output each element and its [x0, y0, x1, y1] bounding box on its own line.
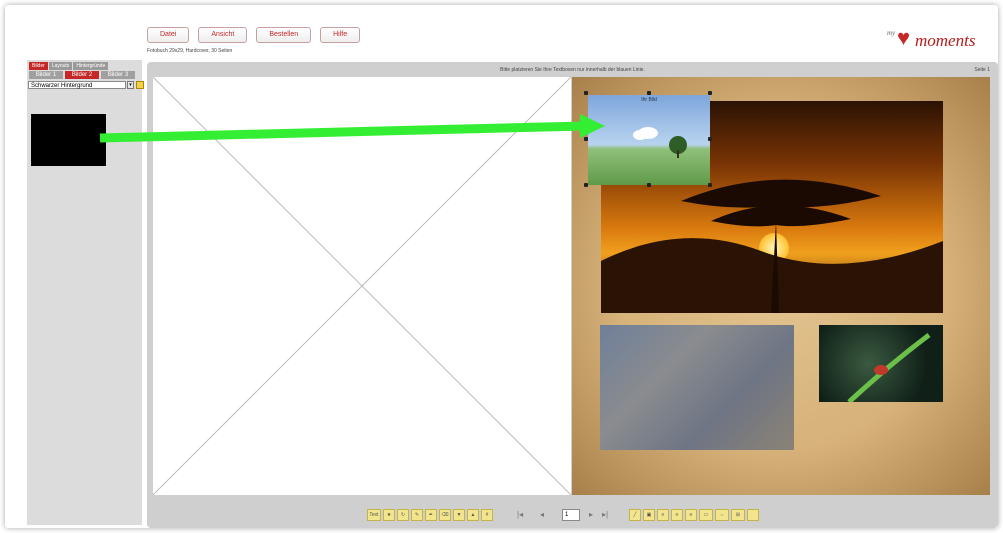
app-window: Datei Ansicht Bestellen Hilfe Fotobuch 2…: [5, 5, 998, 528]
drag-arrow-annotation: [99, 114, 605, 143]
